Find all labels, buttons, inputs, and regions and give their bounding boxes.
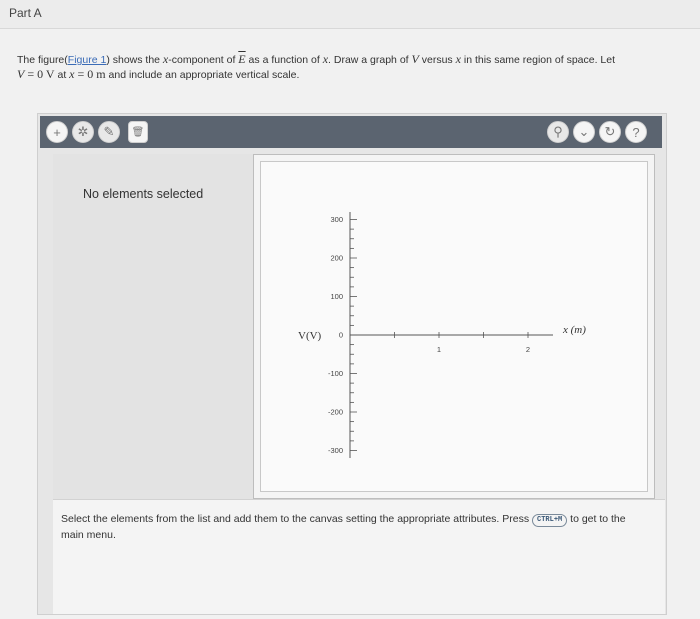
x-tick-label: 1 bbox=[437, 345, 441, 354]
axes-group: 300 200 100 0 -100 -200 -300 1 2 V(V) x (m) bbox=[298, 212, 586, 458]
y-axis-title: V(V) bbox=[298, 330, 322, 342]
instructions-pre: Select the elements from the list and ad… bbox=[61, 513, 533, 525]
instructions-text: Select the elements from the list and ad… bbox=[61, 511, 651, 543]
y-tick-label: -100 bbox=[328, 369, 343, 378]
y-tick-label: -200 bbox=[328, 408, 343, 417]
x-tick-label: 2 bbox=[526, 345, 530, 354]
y-tick-label: 100 bbox=[330, 292, 343, 301]
y-tick-label: -300 bbox=[328, 446, 343, 455]
y-tick-label: 300 bbox=[330, 215, 343, 224]
y-tick-label: 200 bbox=[330, 254, 343, 263]
shortcut-key: CTRL+M bbox=[532, 514, 568, 527]
y-tick-label: 0 bbox=[339, 331, 343, 340]
x-axis-title: x (m) bbox=[562, 324, 586, 336]
